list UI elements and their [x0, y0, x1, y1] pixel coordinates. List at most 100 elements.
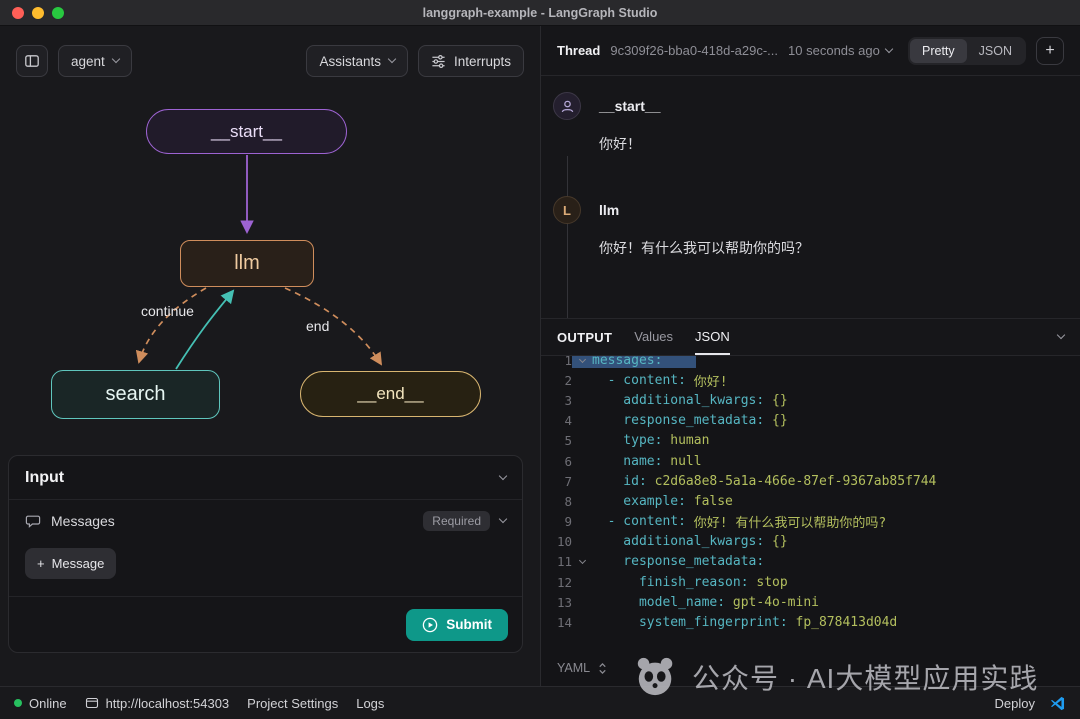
thread-time-dropdown[interactable]: 10 seconds ago [788, 43, 892, 58]
code-line: 10 additional_kwargs: {} [541, 532, 1080, 552]
code-line: 12 finish_reason: stop [541, 572, 1080, 592]
zoom-window-button[interactable] [52, 7, 64, 19]
chevron-down-icon [112, 55, 120, 63]
entry-message: 你好！ [599, 134, 661, 154]
edge-label-end: end [306, 318, 329, 334]
thread-id: 9c309f26-bba0-418d-a29c-... [610, 43, 778, 58]
plus-icon: + [37, 556, 45, 571]
line-number: 7 [541, 474, 572, 489]
line-number: 2 [541, 373, 572, 388]
code-key: type: [592, 433, 670, 448]
input-panel: Input Messages Required + [8, 455, 523, 653]
sort-updown-icon [597, 662, 608, 675]
view-mode-pretty[interactable]: Pretty [910, 39, 967, 63]
code-line: 3 additional_kwargs: {} [541, 390, 1080, 410]
code-key: additional_kwargs: [592, 534, 772, 549]
code-value: null [670, 454, 701, 469]
window-title: langgraph-example - LangGraph Studio [423, 6, 658, 20]
code-value: {} [772, 393, 788, 408]
server-url[interactable]: http://localhost:54303 [85, 696, 230, 711]
line-number: 8 [541, 494, 572, 509]
collapse-output-button[interactable] [1058, 319, 1064, 355]
logs-label: Logs [356, 696, 384, 711]
llm-node-label: llm [234, 252, 260, 275]
edge-label-continue: continue [141, 303, 194, 319]
main-content: agent Assistants Interrupts [0, 26, 1080, 686]
graph-toolbar: agent Assistants Interrupts [0, 26, 540, 82]
conversation-entry: __start__ 你好！ [541, 92, 1080, 154]
line-number: 5 [541, 433, 572, 448]
graph-panel: agent Assistants Interrupts [0, 26, 541, 686]
code-key: - content: [592, 514, 694, 529]
end-node-label: __end__ [357, 384, 423, 404]
code-key: name: [592, 454, 670, 469]
line-number: 3 [541, 393, 572, 408]
code-line: 1messages: [541, 356, 1080, 370]
assistants-dropdown[interactable]: Assistants [306, 45, 408, 77]
server-url-label: http://localhost:54303 [106, 696, 230, 711]
output-section-title: OUTPUT [557, 319, 612, 355]
format-selector[interactable]: YAML [541, 650, 1080, 686]
chevron-down-icon[interactable] [499, 471, 507, 479]
code-key: response_metadata: [592, 554, 764, 569]
code-key: model_name: [592, 595, 733, 610]
sidebar-toggle-icon [24, 53, 40, 69]
person-icon [560, 99, 575, 114]
interrupts-button[interactable]: Interrupts [418, 45, 524, 77]
thread-header: Thread 9c309f26-bba0-418d-a29c-... 10 se… [541, 26, 1080, 76]
messages-field-row[interactable]: Messages Required [9, 500, 522, 542]
code-key: system_fingerprint: [592, 615, 796, 630]
vscode-icon[interactable] [1049, 695, 1066, 712]
graph-node-llm[interactable]: llm [180, 240, 314, 287]
online-dot-icon [14, 699, 22, 707]
online-status: Online [14, 696, 67, 711]
code-line: 4 response_metadata: {} [541, 411, 1080, 431]
close-window-button[interactable] [12, 7, 24, 19]
input-panel-footer: Submit [9, 596, 522, 652]
line-number: 12 [541, 575, 572, 590]
code-value: c2d6a8e8-5a1a-466e-87ef-9367ab85f744 [655, 474, 937, 489]
thread-label: Thread [557, 43, 600, 58]
code-value: 你好! 有什么我可以帮助你的吗? [694, 512, 886, 531]
code-key: id: [592, 474, 655, 489]
agent-dropdown[interactable]: agent [58, 45, 132, 77]
graph-node-search[interactable]: search [51, 370, 220, 419]
submit-button[interactable]: Submit [406, 609, 508, 641]
llm-avatar: L [553, 196, 581, 224]
graph-node-start[interactable]: __start__ [146, 109, 347, 154]
minimize-window-button[interactable] [32, 7, 44, 19]
graph-node-end[interactable]: __end__ [300, 371, 481, 417]
window-controls [12, 7, 64, 19]
play-circle-icon [422, 617, 438, 633]
thread-panel: Thread 9c309f26-bba0-418d-a29c-... 10 se… [541, 26, 1080, 686]
required-badge: Required [423, 511, 490, 531]
chevron-down-icon [885, 44, 893, 52]
add-message-button[interactable]: + Message [25, 548, 116, 579]
submit-label: Submit [446, 617, 492, 632]
new-thread-button[interactable]: + [1036, 37, 1064, 65]
chevron-down-icon[interactable] [499, 515, 507, 523]
sidebar-toggle-button[interactable] [16, 45, 48, 77]
deploy-link[interactable]: Deploy [995, 696, 1035, 711]
code-line: 5 type: human [541, 431, 1080, 451]
fold-toggle-icon[interactable] [572, 358, 592, 363]
code-value: gpt-4o-mini [733, 595, 819, 610]
output-tab-bar: OUTPUT Values JSON [541, 318, 1080, 356]
code-line: 6 name: null [541, 451, 1080, 471]
deploy-label: Deploy [995, 696, 1035, 711]
input-panel-header[interactable]: Input [9, 456, 522, 500]
llm-avatar-letter: L [563, 203, 571, 218]
code-key: example: [592, 494, 694, 509]
project-settings-link[interactable]: Project Settings [247, 696, 338, 711]
chevron-down-icon [388, 55, 396, 63]
view-mode-json[interactable]: JSON [967, 39, 1024, 63]
line-number: 4 [541, 413, 572, 428]
titlebar: langgraph-example - LangGraph Studio [0, 0, 1080, 26]
tab-values[interactable]: Values [634, 319, 673, 355]
start-avatar [553, 92, 581, 120]
entry-message: 你好！有什么我可以帮助你的吗？ [599, 238, 809, 258]
tab-json[interactable]: JSON [695, 319, 730, 355]
logs-link[interactable]: Logs [356, 696, 384, 711]
fold-toggle-icon[interactable] [572, 559, 592, 564]
code-key: finish_reason: [592, 575, 756, 590]
